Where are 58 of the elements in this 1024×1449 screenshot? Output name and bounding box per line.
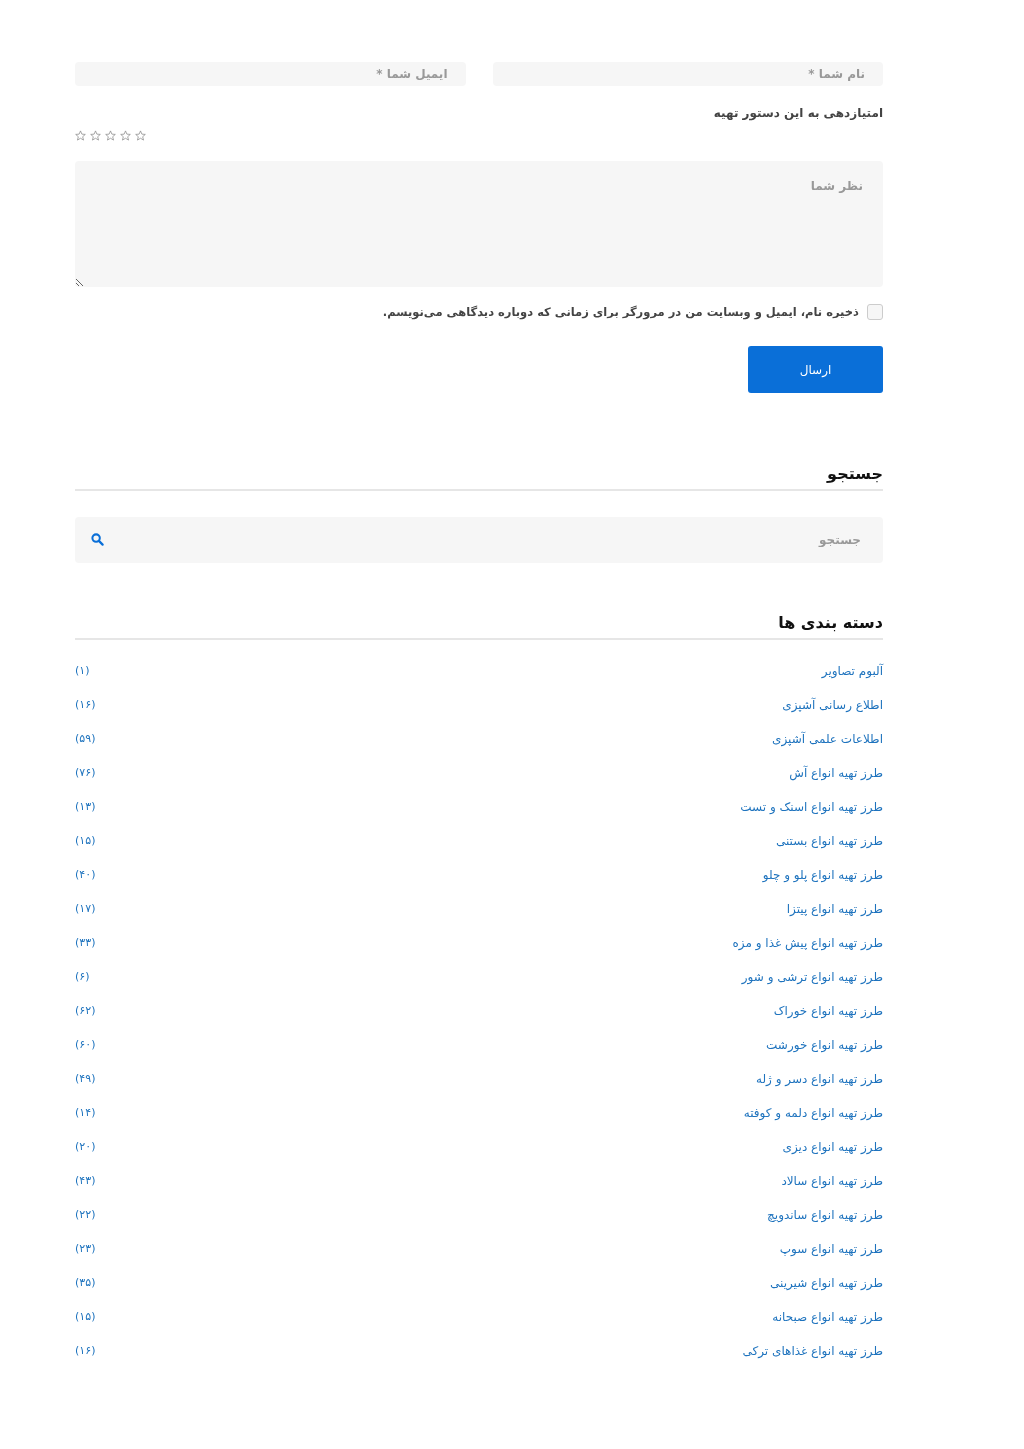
post-count: (۱۵) [75, 1310, 96, 1323]
checkbox-label: ذخیره نام، ایمیل و وبسایت من در مرورگر برای زمانی که دوباره دیدگاهی می‌نویسم. [382, 305, 859, 319]
post-count: (۲۰) [75, 1140, 96, 1153]
post-count: (۱۴) [75, 1106, 96, 1119]
category-link[interactable]: طرز تهیه انواع صبحانه [772, 1310, 883, 1324]
post-count: (۲۲) [75, 1208, 96, 1221]
category-link[interactable]: اطلاع رسانی آشپزی [782, 698, 883, 712]
category-link[interactable]: طرز تهیه انواع دلمه و کوفته [743, 1106, 883, 1120]
submit-button[interactable]: ارسال [748, 346, 883, 393]
post-count: (۱۳) [75, 800, 96, 813]
post-count: (۳۵) [75, 1276, 96, 1289]
search-icon[interactable] [91, 533, 104, 546]
widget-title: دسته بندی ها [777, 612, 883, 634]
post-count: (۶۲) [75, 1004, 96, 1017]
widget-title: جستجو [825, 463, 883, 485]
category-link[interactable]: طرز تهیه انواع دیزی [782, 1140, 883, 1154]
category-link[interactable]: طرز تهیه انواع خوراک [773, 1004, 883, 1018]
star-icon[interactable] [120, 130, 131, 141]
rating-label: امتیازدهی به این دستور تهیه [712, 106, 883, 122]
category-link[interactable]: طرز تهیه انواع سالاد [781, 1174, 883, 1188]
category-link[interactable]: اطلاعات علمی آشپزی [772, 732, 883, 746]
category-link[interactable]: طرز تهیه انواع ترشی و شور [741, 970, 883, 984]
star-icon[interactable] [105, 130, 116, 141]
post-count: (۱۷) [75, 902, 96, 915]
category-link[interactable]: طرز تهیه انواع بستنی [776, 834, 883, 848]
category-link[interactable]: طرز تهیه انواع ساندویچ [767, 1208, 883, 1222]
category-link[interactable]: طرز تهیه انواع خورشت [766, 1038, 883, 1052]
category-link[interactable]: طرز تهیه انواع آش [789, 766, 883, 780]
category-link[interactable]: طرز تهیه انواع پیتزا [786, 902, 883, 916]
post-count: (۶۰) [75, 1038, 96, 1051]
category-link[interactable]: طرز تهیه انواع دسر و ژله [755, 1072, 883, 1086]
category-link[interactable]: آلبوم تصاویر [821, 664, 883, 678]
post-count: (۱۶) [75, 698, 96, 711]
post-count: (۶) [75, 970, 90, 983]
post-count: (۱) [75, 664, 90, 677]
post-count: (۵۹) [75, 732, 96, 745]
search-field[interactable]: جستجو [75, 517, 883, 563]
email-field[interactable]: ایمیل شما * [75, 62, 466, 86]
category-link[interactable]: طرز تهیه انواع سوپ [779, 1242, 883, 1256]
post-count: (۴۹) [75, 1072, 96, 1085]
post-count: (۴۳) [75, 1174, 96, 1187]
category-link[interactable]: طرز تهیه انواع پیش غذا و مزه [732, 936, 883, 950]
post-count: (۱۶) [75, 1344, 96, 1357]
post-count: (۱۵) [75, 834, 96, 847]
category-link[interactable]: طرز تهیه انواع شیرینی [770, 1276, 883, 1290]
post-count: (۴۰) [75, 868, 96, 881]
category-link[interactable]: طرز تهیه انواع پلو و چلو [762, 868, 883, 882]
category-link[interactable]: طرز تهیه انواع اسنک و تست [740, 800, 883, 814]
star-icon[interactable] [75, 130, 86, 141]
star-icon[interactable] [90, 130, 101, 141]
star-icon[interactable] [135, 130, 146, 141]
checkbox[interactable] [867, 304, 883, 320]
category-link[interactable]: طرز تهیه انواع غذاهای ترکی [742, 1344, 883, 1358]
post-count: (۳۳) [75, 936, 96, 949]
name-field[interactable]: نام شما * [492, 62, 883, 86]
post-count: (۷۶) [75, 766, 96, 779]
comment-field[interactable]: نظر شما [75, 161, 883, 287]
post-count: (۲۳) [75, 1242, 96, 1255]
